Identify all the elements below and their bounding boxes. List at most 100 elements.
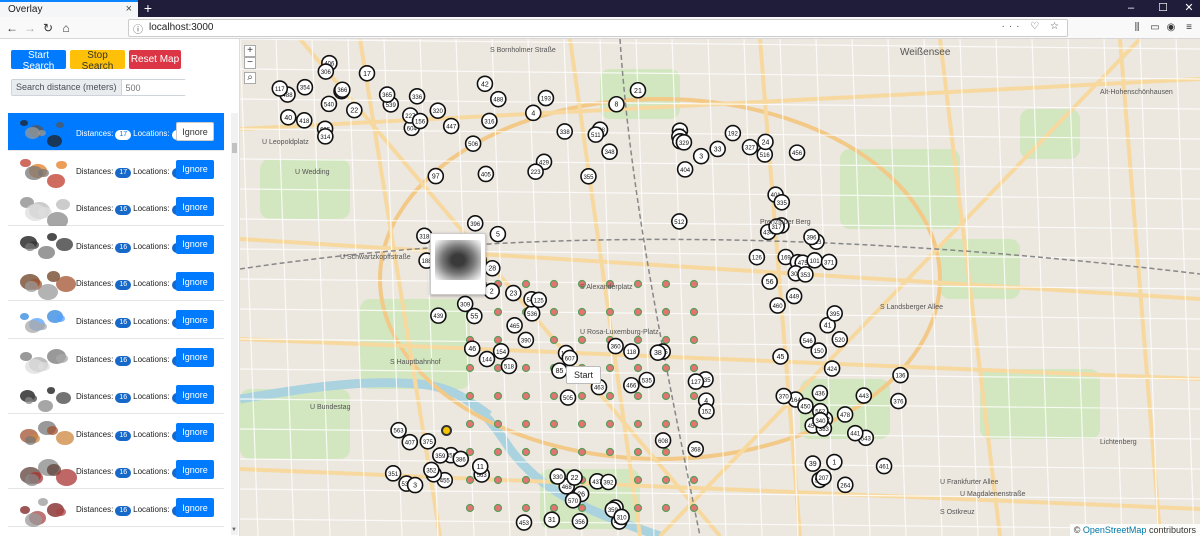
street [240, 518, 1200, 530]
search-grid-dot [493, 363, 503, 373]
result-row[interactable]: Distances:17Locations:2Ignore [8, 150, 224, 189]
close-window-icon[interactable]: ✕ [1178, 0, 1200, 17]
tab-title: Overlay [8, 4, 43, 15]
search-grid-dot [633, 363, 643, 373]
sidebar-toggle-icon[interactable]: ▭ [1148, 20, 1162, 36]
map-place-name: U Frankfurter Allee [940, 479, 999, 486]
result-row[interactable]: Distances:16Locations:3Ignore [8, 451, 224, 490]
map-marker-label: 320 [433, 109, 444, 115]
ignore-button[interactable]: Ignore [176, 385, 214, 405]
map-marker-label: 518 [504, 365, 515, 371]
stop-search-button[interactable]: Stop Search [70, 50, 125, 72]
search-grid-dot [465, 475, 475, 485]
street [851, 39, 871, 536]
map-view[interactable]: 5405395285124545185355205135435634904884… [240, 39, 1200, 536]
ignore-button[interactable]: Ignore [176, 310, 214, 329]
map-marker-label: 443 [859, 394, 870, 400]
search-grid-dot [549, 279, 559, 289]
map-marker-label: 404 [680, 168, 691, 174]
result-row[interactable]: Distances:16Locations:3Ignore [8, 413, 224, 452]
ignore-button[interactable]: Ignore [176, 347, 214, 367]
result-row[interactable]: Distances:16Locations:3Ignore [8, 338, 224, 377]
url-actions-icon[interactable]: ··· ♡ ☆ [1002, 21, 1063, 32]
result-meta: Distances:16Locations:3 [76, 467, 186, 479]
maximize-icon[interactable]: ☐ [1152, 0, 1174, 17]
distances-badge: 16 [115, 280, 132, 291]
ignore-button[interactable]: Ignore [176, 122, 214, 141]
search-grid-dot [577, 391, 587, 401]
image-popup[interactable] [430, 233, 486, 295]
ignore-button[interactable]: Ignore [176, 234, 214, 254]
search-distance-input[interactable] [121, 80, 207, 95]
minimize-icon[interactable]: – [1120, 0, 1142, 17]
home-icon[interactable]: ⌂ [58, 20, 74, 36]
street [240, 278, 1200, 290]
search-grid-dot [689, 307, 699, 317]
browser-tabbar: Overlay × + – ☐ ✕ [0, 0, 1200, 17]
map-marker-label: 23 [509, 291, 517, 298]
tab-close-icon[interactable]: × [126, 3, 132, 15]
ignore-button[interactable]: Ignore [176, 197, 214, 217]
browser-navbar: ← → ↻ ⌂ ⓘ localhost:3000 ··· ♡ ☆ ⫼ ▭ ◉ ≡ [0, 17, 1200, 39]
start-search-button[interactable]: Start Search [11, 50, 66, 72]
account-icon[interactable]: ◉ [1164, 20, 1178, 36]
location-pin-icon[interactable] [441, 425, 452, 436]
result-row[interactable]: Distances:16Locations:3Ignore [8, 376, 224, 415]
ignore-button[interactable]: Ignore [176, 272, 214, 292]
ignore-button[interactable]: Ignore [176, 460, 214, 480]
search-grid-dot [689, 363, 699, 373]
search-grid-dot [689, 419, 699, 429]
result-row[interactable]: Distances:16Locations:3Ignore [8, 188, 224, 229]
search-grid-dot [493, 307, 503, 317]
map-marker-label: 450 [800, 405, 811, 411]
reset-map-button[interactable]: Reset Map [129, 50, 181, 69]
map-marker-label: 22 [350, 108, 358, 115]
map-place-name: U Rosa-Luxemburg-Platz [580, 329, 659, 336]
map-canvas[interactable]: 5405395285124545185355205135435634904884… [240, 39, 1200, 536]
new-tab-icon[interactable]: + [141, 0, 155, 17]
map-marker-label: 365 [382, 93, 393, 99]
result-row[interactable]: Distances:16Locations:3Ignore [8, 263, 224, 302]
map-marker-label: 154 [496, 350, 507, 356]
page-info-icon[interactable]: ⓘ [133, 21, 143, 36]
library-icon[interactable]: ⫼ [1130, 20, 1144, 36]
map-marker-label: 370 [779, 395, 790, 401]
result-thumbnail [16, 379, 74, 413]
map-marker-label: 40 [284, 115, 292, 122]
map-marker-label: 125 [534, 298, 545, 304]
result-thumbnail [16, 191, 74, 229]
scrollbar-thumb[interactable] [232, 143, 237, 153]
ignore-button[interactable]: Ignore [176, 422, 214, 442]
attribution-link[interactable]: OpenStreetMap [1083, 525, 1147, 535]
map-marker-label: 329 [679, 141, 690, 147]
menu-icon[interactable]: ≡ [1182, 20, 1196, 36]
locations-label: Locations: [133, 505, 170, 514]
forward-icon[interactable]: → [22, 20, 38, 36]
map-marker-label: 392 [603, 480, 614, 486]
search-grid-dot [633, 419, 643, 429]
map-marker-label: 441 [850, 432, 861, 438]
map-marker-label: 17 [363, 71, 371, 78]
result-row[interactable]: Distances:16Locations:3Ignore [8, 225, 224, 264]
result-row[interactable]: Distances:17Locations:1Ignore [8, 113, 224, 151]
zoom-search-icon[interactable]: ⌕ [244, 72, 256, 84]
zoom-out-icon[interactable]: − [244, 57, 256, 69]
map-marker-label: 353 [800, 273, 811, 279]
url-bar[interactable]: ⓘ localhost:3000 ··· ♡ ☆ [128, 19, 1068, 37]
browser-tab[interactable]: Overlay × [0, 0, 138, 17]
ignore-button[interactable]: Ignore [176, 498, 214, 517]
result-row[interactable]: Distances:16Locations:3Ignore [8, 489, 224, 527]
search-grid-dot [493, 447, 503, 457]
result-row[interactable]: Distances:16Locations:3Ignore [8, 301, 224, 339]
ignore-button[interactable]: Ignore [176, 159, 214, 179]
zoom-in-icon[interactable]: + [244, 45, 256, 57]
search-grid-dot [661, 307, 671, 317]
result-meta: Distances:16Locations:3 [76, 242, 186, 253]
map-marker-label: 456 [792, 151, 803, 157]
reload-icon[interactable]: ↻ [40, 20, 56, 36]
distances-badge: 17 [115, 167, 132, 178]
scroll-down-icon[interactable]: ▼ [231, 527, 237, 533]
result-list-scrollbar[interactable] [231, 113, 238, 535]
map-marker-label: 144 [482, 358, 493, 364]
back-icon[interactable]: ← [4, 20, 20, 36]
